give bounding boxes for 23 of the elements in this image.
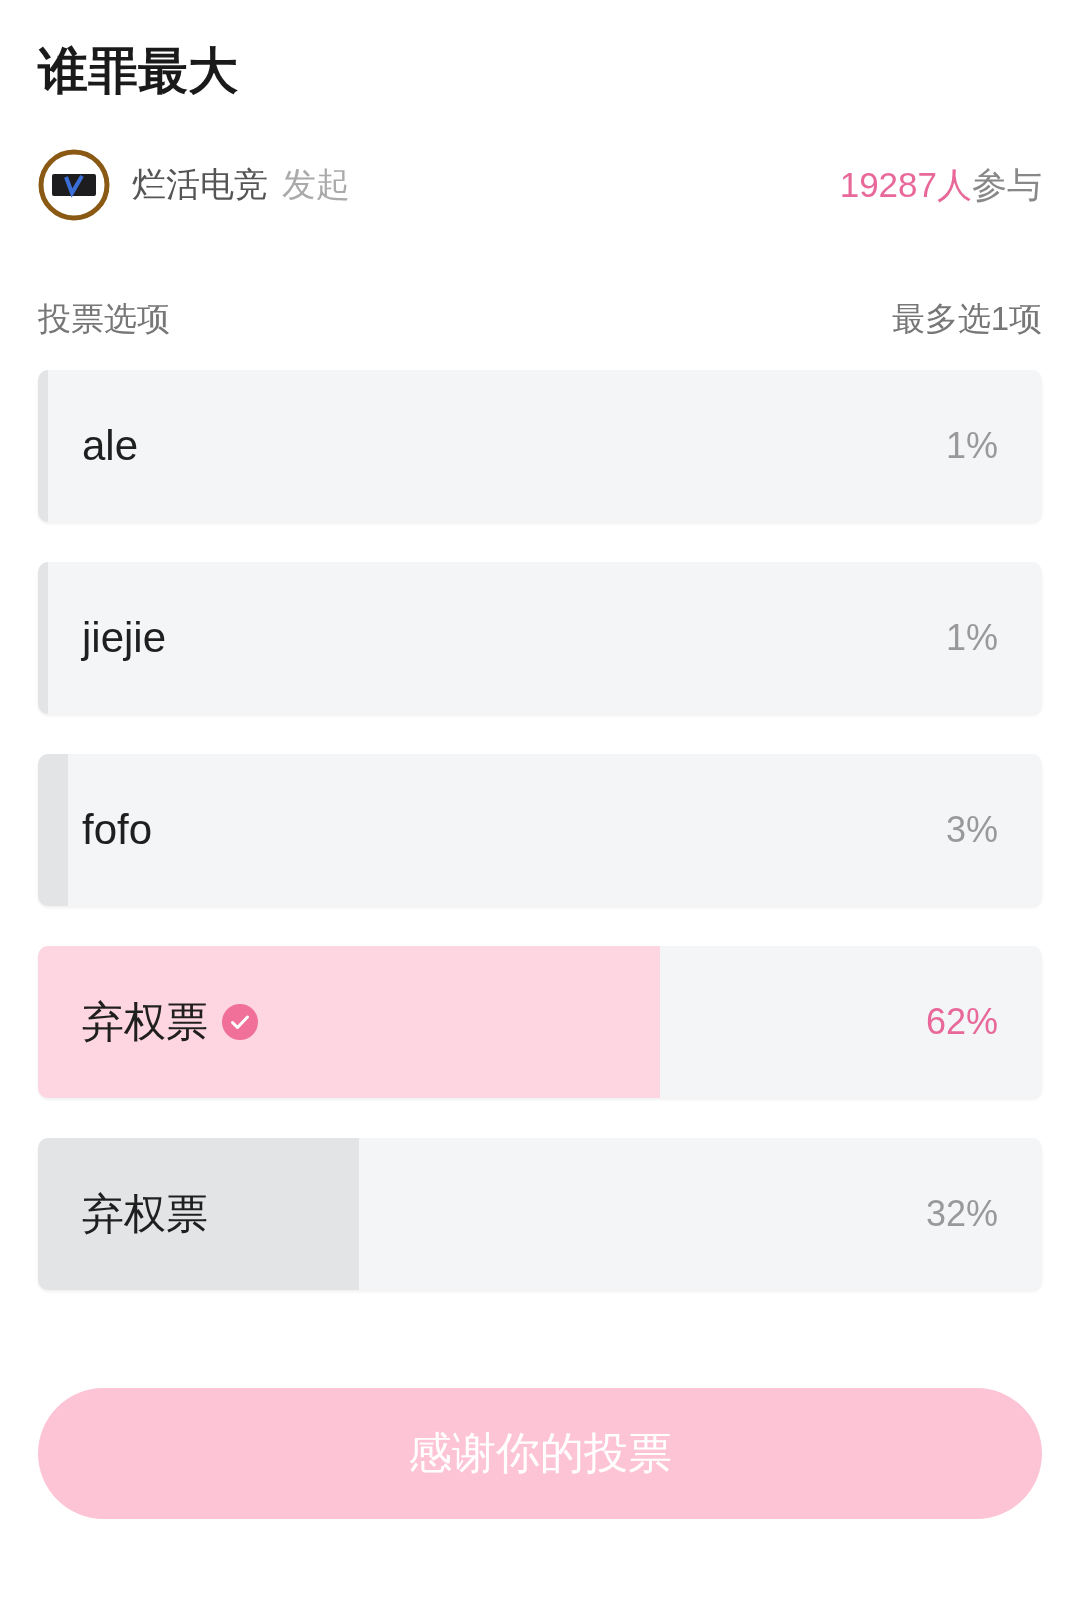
check-icon — [222, 1004, 258, 1040]
option-label: 弃权票 — [82, 997, 208, 1047]
participant-count: 19287人参与 — [839, 163, 1042, 206]
vote-percentage: 3% — [945, 809, 998, 851]
selection-limit: 最多选1项 — [891, 299, 1042, 339]
vote-option[interactable]: 弃权票 62% — [38, 946, 1042, 1098]
avatar-icon — [38, 149, 110, 221]
vote-option[interactable]: 弃权票 32% — [38, 1138, 1042, 1290]
initiator-name[interactable]: 烂活电竞 — [132, 162, 268, 208]
poll-title: 谁罪最大 — [38, 42, 239, 101]
vote-percentage: 62% — [925, 1001, 998, 1043]
options-heading: 投票选项 — [38, 299, 170, 339]
option-label: fofo — [82, 806, 153, 854]
option-label: 弃权票 — [82, 1189, 208, 1239]
vote-option[interactable]: jiejie 1% — [38, 562, 1042, 714]
vote-option[interactable]: fofo 3% — [38, 754, 1042, 906]
vote-percentage: 32% — [925, 1193, 998, 1235]
option-label: jiejie — [82, 614, 167, 662]
option-label: ale — [82, 422, 139, 470]
vote-option[interactable]: ale 1% — [38, 370, 1042, 522]
vote-percentage: 1% — [945, 617, 998, 659]
vote-percentage: 1% — [945, 425, 998, 467]
initiator-action: 发起 — [282, 164, 350, 205]
